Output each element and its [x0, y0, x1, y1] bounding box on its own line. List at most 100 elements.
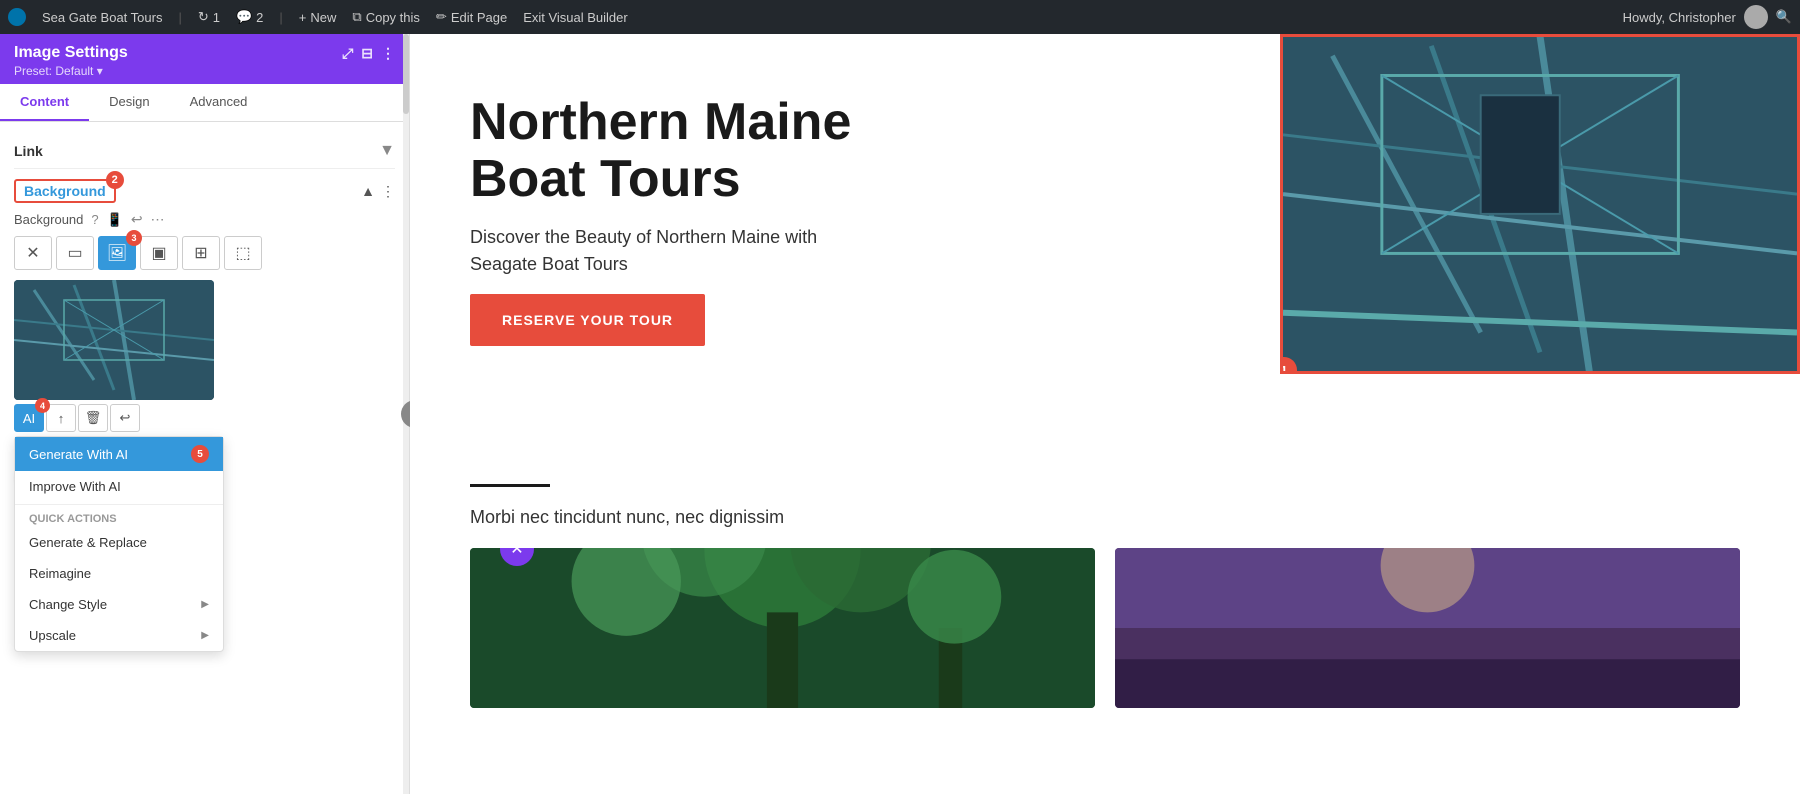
panel-tabs: Content Design Advanced — [0, 84, 409, 122]
comments-count: 2 — [256, 10, 263, 25]
new-label: New — [310, 10, 336, 25]
dropdown-generate-replace[interactable]: Generate & Replace — [15, 527, 223, 558]
bg-sub-label: Background — [14, 212, 83, 227]
dropdown-generate-ai[interactable]: Generate With AI 5 — [15, 437, 223, 471]
bg-type-icons: ✕ ▭ 🖼 3 ▣ ⊞ ⬚ — [14, 236, 395, 270]
mid-text: Morbi nec tincidunt nunc, nec dignissim — [470, 507, 890, 528]
hero-section: Northern Maine Boat Tours Discover the B… — [410, 34, 1800, 464]
panel-title-text: Image Settings — [14, 44, 128, 62]
bg-type-pattern[interactable]: ⊞ — [182, 236, 220, 270]
panel-header: Image Settings ⤢ ⊟ ⋮ Preset: Default ▾ — [0, 34, 409, 84]
divider-line — [470, 484, 550, 487]
site-name-item[interactable]: Sea Gate Boat Tours — [42, 10, 162, 25]
palm-svg — [470, 548, 1095, 708]
hero-image: 1 — [1280, 34, 1800, 374]
undo-icon[interactable]: ↩ — [131, 211, 143, 228]
dropdown-change-style[interactable]: Change Style ▶ — [15, 589, 223, 620]
bg-type-color[interactable]: ▭ — [56, 236, 94, 270]
reimagine-label: Reimagine — [29, 566, 91, 581]
image-area: AI 4 ↑ 🗑 ↩ Generate With AI 5 Improve Wi… — [14, 280, 395, 432]
more-icon[interactable]: ⋮ — [381, 45, 395, 62]
generate-replace-label: Generate & Replace — [29, 535, 147, 550]
top-bar-right: Howdy, Christopher 🔍 — [1623, 5, 1792, 29]
upscale-arrow: ▶ — [201, 630, 209, 641]
generate-ai-label: Generate With AI — [29, 447, 128, 462]
link-chevron[interactable]: ▼ — [379, 142, 395, 160]
hero-title: Northern Maine Boat Tours — [470, 94, 890, 208]
chevron-up-icon[interactable]: ▲ — [361, 183, 375, 199]
upload-btn[interactable]: ↑ — [46, 404, 76, 432]
wp-icon-item[interactable] — [8, 8, 26, 26]
copy-icon: ⧉ — [352, 9, 361, 25]
left-panel: Image Settings ⤢ ⊟ ⋮ Preset: Default ▾ C… — [0, 34, 410, 794]
bg-more-icon[interactable]: ⋮ — [381, 183, 395, 200]
link-section: Link ▼ — [14, 134, 395, 169]
bridge-visual — [1283, 37, 1797, 371]
tab-advanced[interactable]: Advanced — [170, 84, 268, 121]
dropdown-divider-1 — [15, 504, 223, 505]
comments-item[interactable]: 💬 2 — [236, 9, 263, 25]
site-name: Sea Gate Boat Tours — [42, 10, 162, 25]
mid-section: Morbi nec tincidunt nunc, nec dignissim — [410, 464, 1800, 548]
maximize-icon[interactable]: ⤢ — [342, 45, 353, 62]
dropdown-menu: Generate With AI 5 Improve With AI Quick… — [14, 436, 224, 652]
columns-icon[interactable]: ⊟ — [361, 45, 373, 62]
panel-preset[interactable]: Preset: Default ▾ — [14, 64, 395, 78]
copy-label: Copy this — [366, 10, 420, 25]
sky-svg — [1115, 548, 1740, 708]
main-layout: Image Settings ⤢ ⊟ ⋮ Preset: Default ▾ C… — [0, 34, 1800, 794]
help-icon[interactable]: ? — [91, 212, 98, 227]
user-label: Howdy, Christopher — [1623, 10, 1736, 25]
bg-type-map[interactable]: ⬚ — [224, 236, 262, 270]
scrollbar-thumb — [403, 34, 409, 114]
badge-5: 5 — [191, 445, 209, 463]
right-content: Northern Maine Boat Tours Discover the B… — [410, 34, 1800, 794]
bg-type-none[interactable]: ✕ — [14, 236, 52, 270]
badge-4: 4 — [35, 398, 50, 413]
top-bar: Sea Gate Boat Tours | ↻ 1 💬 2 | + New ⧉ … — [0, 0, 1800, 34]
options-icon[interactable]: ⋯ — [151, 211, 165, 228]
background-label-box: Background 2 — [14, 179, 116, 203]
plus-icon: + — [299, 10, 307, 25]
bridge-svg — [14, 280, 214, 400]
badge-3: 3 — [126, 230, 142, 246]
new-item[interactable]: + New — [299, 10, 337, 25]
dropdown-reimagine[interactable]: Reimagine — [15, 558, 223, 589]
delete-btn[interactable]: 🗑 — [78, 404, 108, 432]
bg-sub-row: Background ? 📱 ↩ ⋯ — [14, 211, 395, 228]
undo-btn[interactable]: ↩ — [110, 404, 140, 432]
dropdown-quick-actions-label: Quick Actions — [15, 507, 223, 527]
hero-bridge-svg — [1283, 34, 1797, 374]
ai-generate-btn[interactable]: AI 4 — [14, 404, 44, 432]
bridge-image — [14, 280, 214, 400]
exit-item[interactable]: Exit Visual Builder — [523, 10, 628, 25]
dropdown-upscale[interactable]: Upscale ▶ — [15, 620, 223, 651]
avatar — [1744, 5, 1768, 29]
copy-item[interactable]: ⧉ Copy this — [352, 9, 420, 25]
tab-content[interactable]: Content — [0, 84, 89, 121]
hero-cta-button[interactable]: RESERVE YOUR TOUR — [470, 294, 705, 346]
image-action-row: AI 4 ↑ 🗑 ↩ Generate With AI 5 Improve Wi… — [14, 404, 395, 432]
panel-header-icons: ⤢ ⊟ ⋮ — [342, 45, 395, 62]
edit-item[interactable]: ✏ Edit Page — [436, 9, 507, 25]
bottom-image-2 — [1115, 548, 1740, 708]
hero-subtitle: Discover the Beauty of Northern Maine wi… — [470, 224, 850, 278]
bottom-images: ✕ — [410, 548, 1800, 728]
refresh-icon: ↻ — [198, 9, 209, 25]
bg-type-image[interactable]: 🖼 3 — [98, 236, 136, 270]
bg-type-video[interactable]: ▣ — [140, 236, 178, 270]
image-thumbnail — [14, 280, 214, 400]
updates-count: 1 — [213, 10, 220, 25]
change-style-arrow: ▶ — [201, 599, 209, 610]
updates-item[interactable]: ↻ 1 — [198, 9, 220, 25]
change-style-label: Change Style — [29, 597, 107, 612]
bottom-image-1: ✕ — [470, 548, 1095, 708]
tab-design[interactable]: Design — [89, 84, 169, 121]
website-preview: Northern Maine Boat Tours Discover the B… — [410, 34, 1800, 794]
background-section-header: Background 2 ▲ ⋮ — [14, 179, 395, 203]
search-icon[interactable]: 🔍 — [1776, 9, 1792, 25]
edit-label: Edit Page — [451, 10, 507, 25]
dropdown-improve-ai[interactable]: Improve With AI — [15, 471, 223, 502]
mobile-icon[interactable]: 📱 — [107, 212, 123, 228]
sep2: | — [279, 10, 282, 25]
